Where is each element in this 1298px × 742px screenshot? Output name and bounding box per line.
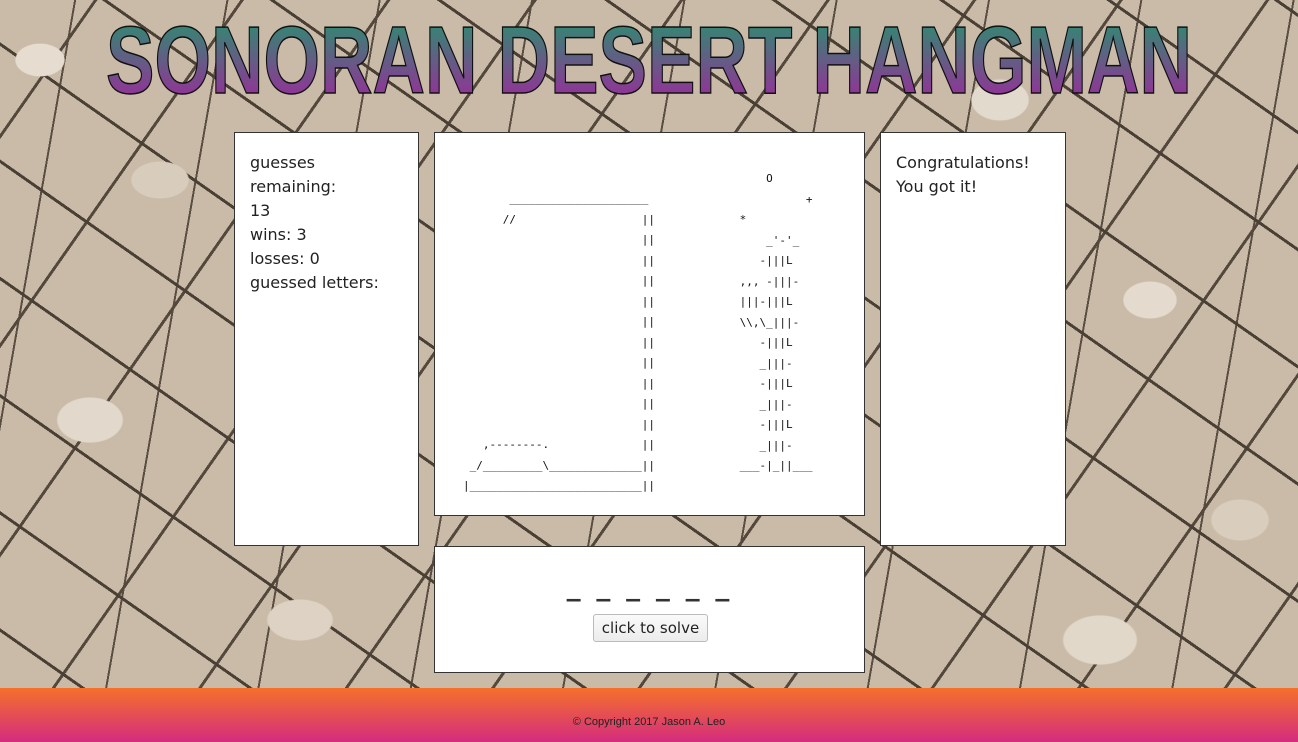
losses-count: losses: 0	[250, 249, 320, 268]
guesses-remaining-label: guesses remaining:	[250, 153, 337, 196]
wins-count: wins: 3	[250, 225, 307, 244]
hangman-art-panel: _____________________ // || || || || || …	[434, 132, 865, 516]
cactus-ascii-art: O + * _'-'_ -|||L ,,, -|||- |||-|||L \\,…	[739, 172, 813, 472]
page-title: SONORAN DESERT HANGMAN	[0, 0, 1298, 110]
guesses-remaining-value: 13	[250, 201, 271, 220]
message-panel: Congratulations! You got it!	[880, 132, 1066, 546]
stats-panel: guesses remaining: 13 wins: 3 losses: 0 …	[234, 132, 419, 546]
footer: © Copyright 2017 Jason A. Leo	[0, 688, 1298, 742]
congrats-message: Congratulations!	[896, 153, 1030, 172]
word-panel: _ _ _ _ _ _ click to solve	[434, 546, 865, 673]
gallows-ascii-art: _____________________ // || || || || || …	[463, 192, 656, 492]
copyright-text: © Copyright 2017 Jason A. Leo	[572, 716, 726, 728]
word-blanks: _ _ _ _ _ _	[566, 569, 733, 602]
solve-button[interactable]: click to solve	[593, 614, 708, 642]
title-text: SONORAN DESERT HANGMAN	[106, 7, 1192, 105]
result-message: You got it!	[896, 177, 978, 196]
guessed-letters-label: guessed letters:	[250, 273, 379, 292]
